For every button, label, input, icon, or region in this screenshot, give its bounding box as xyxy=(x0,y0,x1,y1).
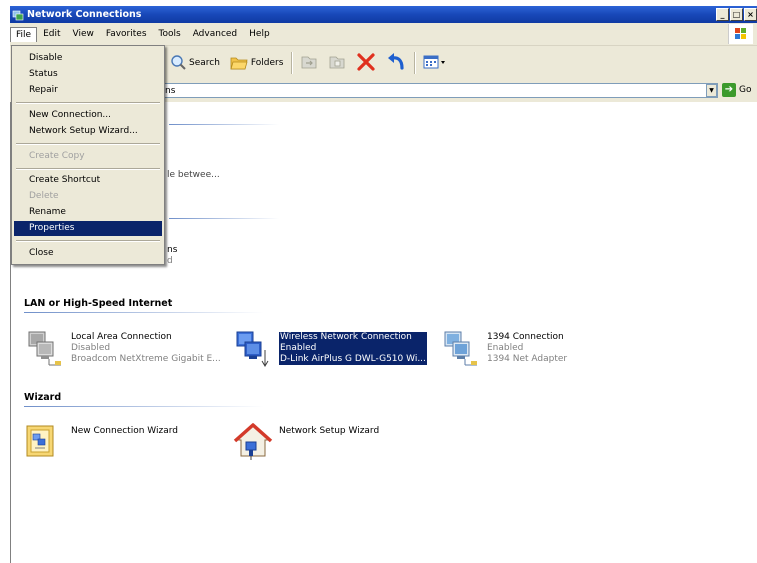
group-divider xyxy=(24,406,264,407)
folders-icon xyxy=(230,54,248,73)
menu-item-new-connection[interactable]: New Connection... xyxy=(14,108,162,123)
connection-text: Network Setup Wizard xyxy=(279,426,379,437)
computer-network-disabled-icon xyxy=(25,328,65,368)
menu-item-disable[interactable]: Disable xyxy=(14,51,162,66)
address-input[interactable]: ns xyxy=(158,83,718,98)
undo-icon xyxy=(386,52,406,75)
wizard-name: Network Setup Wizard xyxy=(279,426,380,436)
menu-item-delete: Delete xyxy=(29,191,59,201)
minimize-button[interactable]: _ xyxy=(716,8,729,21)
menu-item-close[interactable]: Close xyxy=(14,246,162,261)
partial-item-name: ns xyxy=(167,245,178,255)
menu-item-status[interactable]: Status xyxy=(14,67,162,82)
connection-text: Local Area Connection Disabled Broadcom … xyxy=(71,332,221,365)
new-connection-wizard-icon xyxy=(25,422,65,462)
toolbar-separator xyxy=(291,52,293,74)
menu-separator xyxy=(16,168,160,170)
connection-wireless[interactable]: Wireless Network Connection Enabled D-Li… xyxy=(233,328,427,368)
connection-name: 1394 Connection xyxy=(487,332,564,342)
group-header-wizard: Wizard xyxy=(24,392,62,403)
wizard-name: New Connection Wizard xyxy=(71,426,178,436)
menu-separator xyxy=(16,143,160,145)
menu-file[interactable]: File xyxy=(10,26,38,42)
windows-logo-icon xyxy=(728,24,753,44)
connection-status: Enabled xyxy=(280,343,317,353)
connection-text: 1394 Connection Enabled 1394 Net Adapter xyxy=(487,332,567,365)
move-to-icon xyxy=(300,54,318,73)
connection-status: Disabled xyxy=(71,343,111,353)
menu-advanced[interactable]: Advanced xyxy=(187,27,243,41)
computer-network-icon xyxy=(441,328,481,368)
group-divider xyxy=(169,124,279,125)
go-button[interactable]: ➔ Go xyxy=(722,83,751,97)
menu-edit[interactable]: Edit xyxy=(37,27,66,41)
menu-item-properties[interactable]: Properties xyxy=(14,221,162,236)
toolbar-separator xyxy=(414,52,416,74)
menu-item-repair[interactable]: Repair xyxy=(14,83,162,98)
title-bar: Network Connections _ □ × xyxy=(10,6,757,23)
connection-device: 1394 Net Adapter xyxy=(487,354,568,364)
connection-name: Local Area Connection xyxy=(71,332,172,342)
menu-item-rename[interactable]: Rename xyxy=(14,205,162,220)
folders-label: Folders xyxy=(250,58,284,68)
menu-bar: File Edit View Favorites Tools Advanced … xyxy=(10,23,757,46)
home-network-icon xyxy=(233,422,273,462)
connection-local-area[interactable]: Local Area Connection Disabled Broadcom … xyxy=(25,328,221,368)
menu-item-create-copy: Create Copy xyxy=(29,151,85,161)
partial-description-text: le betwee... xyxy=(167,170,220,180)
group-header-lan: LAN or High-Speed Internet xyxy=(24,298,173,309)
connection-name: Wireless Network Connection xyxy=(280,332,412,342)
menu-separator xyxy=(16,102,160,104)
group-divider xyxy=(169,218,279,219)
search-button[interactable]: Search xyxy=(165,50,225,76)
group-divider xyxy=(24,312,264,313)
wizard-network-setup[interactable]: Network Setup Wizard xyxy=(233,422,379,462)
undo-button[interactable] xyxy=(381,50,411,76)
connection-1394[interactable]: 1394 Connection Enabled 1394 Net Adapter xyxy=(441,328,567,368)
connection-text: New Connection Wizard xyxy=(71,426,178,437)
close-button[interactable]: × xyxy=(744,8,757,21)
delete-x-icon xyxy=(356,52,376,75)
connection-status: Enabled xyxy=(487,343,524,353)
window-title: Network Connections xyxy=(27,9,142,20)
connection-device: D-Link AirPlus G DWL-G510 Wi... xyxy=(280,354,426,364)
menu-tools[interactable]: Tools xyxy=(153,27,187,41)
menu-favorites[interactable]: Favorites xyxy=(100,27,153,41)
partial-item-status: d xyxy=(167,256,173,266)
file-menu-dropdown: Disable Status Repair New Connection... … xyxy=(11,45,165,265)
network-connections-icon xyxy=(12,9,24,21)
menu-separator xyxy=(16,240,160,242)
copy-to-button[interactable] xyxy=(323,50,351,76)
maximize-button[interactable]: □ xyxy=(730,8,743,21)
search-label: Search xyxy=(189,58,220,68)
menu-help[interactable]: Help xyxy=(243,27,276,41)
connection-device: Broadcom NetXtreme Gigabit E... xyxy=(71,354,221,364)
wireless-network-icon xyxy=(233,328,273,368)
connection-text: Wireless Network Connection Enabled D-Li… xyxy=(279,332,427,365)
go-label: Go xyxy=(739,85,752,95)
menu-item-network-setup-wizard[interactable]: Network Setup Wizard... xyxy=(14,124,162,139)
delete-button[interactable] xyxy=(351,50,381,76)
go-arrow-icon: ➔ xyxy=(722,83,736,97)
move-to-button[interactable] xyxy=(295,50,323,76)
views-button[interactable] xyxy=(418,50,452,76)
search-icon xyxy=(170,54,186,73)
views-icon xyxy=(423,54,447,73)
folders-button[interactable]: Folders xyxy=(225,50,289,76)
wizard-new-connection[interactable]: New Connection Wizard xyxy=(25,422,178,462)
address-dropdown-button[interactable]: ▼ xyxy=(706,84,717,97)
copy-to-icon xyxy=(328,54,346,73)
menu-view[interactable]: View xyxy=(67,27,100,41)
menu-item-create-shortcut[interactable]: Create Shortcut xyxy=(14,173,162,188)
